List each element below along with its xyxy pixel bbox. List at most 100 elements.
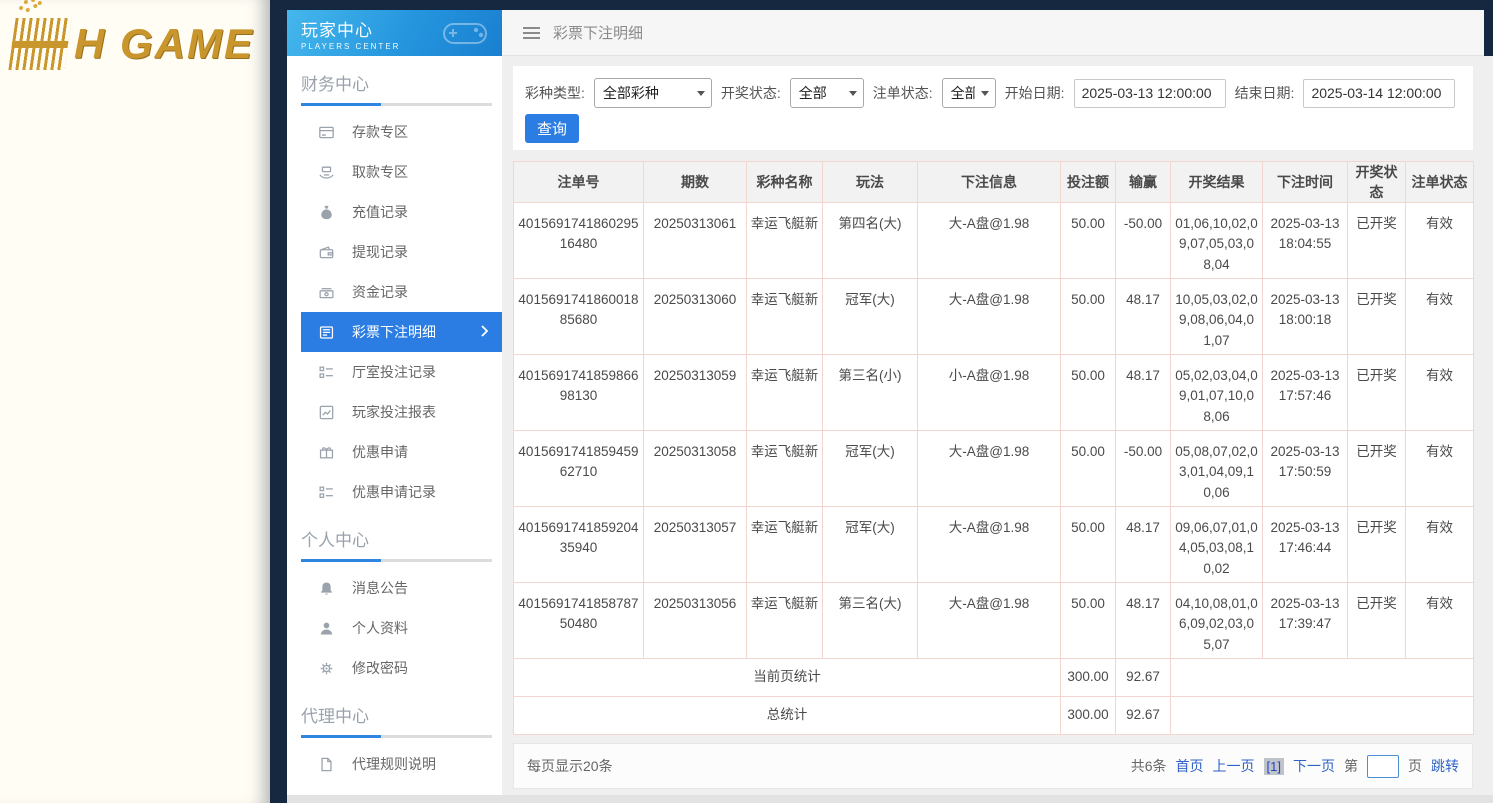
logo-text: H GAME (74, 20, 254, 68)
sidebar-item-agent-rules[interactable]: 代理规则说明 (301, 744, 502, 784)
table-cell: 冠军(大) (823, 279, 918, 355)
bank-card-icon (317, 123, 335, 141)
bet-status-label: 注单状态: (873, 83, 933, 103)
table-cell: 401569174185878750480 (514, 583, 644, 659)
sidebar-item-label: 个人资料 (352, 618, 408, 638)
lottery-type-label: 彩种类型: (525, 83, 585, 103)
page-title: 彩票下注明细 (553, 22, 643, 43)
table-cell: 有效 (1406, 355, 1474, 431)
promo-list-icon (317, 483, 335, 501)
sidebar-item-recharge-records[interactable]: 充值记录 (301, 192, 502, 232)
table-cell: 已开奖 (1348, 583, 1406, 659)
table-cell: 第三名(小) (823, 355, 918, 431)
sidebar-item-profile[interactable]: 个人资料 (301, 608, 502, 648)
brand-logo[interactable]: H GAME (0, 0, 270, 70)
logo-stripes-mark (8, 18, 71, 70)
horizontal-scrollbar[interactable] (287, 795, 1493, 803)
section-title: 个人中心 (301, 526, 502, 551)
table-cell: 2025-03-13 17:57:46 (1263, 355, 1348, 431)
column-header: 注单号 (514, 162, 644, 203)
table-cell: 2025-03-13 18:00:18 (1263, 279, 1348, 355)
report-chart-icon (317, 403, 335, 421)
table-cell: 2025-03-13 17:39:47 (1263, 583, 1348, 659)
table-cell: 2025-03-13 17:50:59 (1263, 431, 1348, 507)
sidebar-item-lottery-bet-details[interactable]: 彩票下注明细 (301, 312, 502, 352)
summary-row: 当前页统计300.0092.67 (514, 659, 1474, 697)
summary-win-loss: 92.67 (1116, 697, 1171, 735)
table-cell: 幸运飞艇新 (747, 431, 823, 507)
sidebar-item-withdraw-zone[interactable]: 取款专区 (301, 152, 502, 192)
first-page-link[interactable]: 首页 (1176, 756, 1204, 776)
start-date-input[interactable] (1074, 79, 1226, 108)
search-button[interactable]: 查询 (525, 114, 579, 143)
table-cell: 已开奖 (1348, 431, 1406, 507)
hall-list-icon (317, 363, 335, 381)
table-cell: 20250313056 (644, 583, 747, 659)
sidebar-item-hall-bet-records[interactable]: 厅室投注记录 (301, 352, 502, 392)
jump-button[interactable]: 跳转 (1431, 756, 1459, 776)
next-page-link[interactable]: 下一页 (1293, 756, 1335, 776)
sidebar-item-change-password[interactable]: 修改密码 (301, 648, 502, 688)
start-date-label: 开始日期: (1005, 83, 1065, 103)
bet-status-select[interactable]: 全部 (942, 78, 996, 108)
draw-status-select[interactable]: 全部 (790, 78, 864, 108)
sidebar-item-label: 代理规则说明 (352, 754, 436, 774)
sidebar-item-promo-apply[interactable]: 优惠申请 (301, 432, 502, 472)
table-cell: 48.17 (1116, 507, 1171, 583)
page-jump-input[interactable] (1367, 755, 1399, 778)
sidebar-item-label: 取款专区 (352, 162, 408, 182)
table-cell: 48.17 (1116, 279, 1171, 355)
table-header-row: 注单号期数彩种名称玩法下注信息投注额输赢开奖结果下注时间开奖状态注单状态 (514, 162, 1474, 203)
table-cell: 05,02,03,04,09,01,07,10,08,06 (1171, 355, 1263, 431)
person-icon (317, 619, 335, 637)
column-header: 下注时间 (1263, 162, 1348, 203)
end-date-label: 结束日期: (1235, 83, 1295, 103)
table-row: 40156917418600188568020250313060幸运飞艇新冠军(… (514, 279, 1474, 355)
table-cell: 幸运飞艇新 (747, 203, 823, 279)
column-header: 下注信息 (918, 162, 1061, 203)
table-cell: 01,06,10,02,09,07,05,03,08,04 (1171, 203, 1263, 279)
sidebar-item-label: 提现记录 (352, 242, 408, 262)
menu-toggle-icon[interactable] (523, 24, 540, 42)
table-cell: 50.00 (1061, 203, 1116, 279)
table-cell: 2025-03-13 17:46:44 (1263, 507, 1348, 583)
table-cell: 50.00 (1061, 583, 1116, 659)
lottery-type-select[interactable]: 全部彩种 (594, 78, 712, 108)
table-cell: 20250313060 (644, 279, 747, 355)
table-cell: 有效 (1406, 203, 1474, 279)
table-cell: 401569174185986698130 (514, 355, 644, 431)
table-cell: 幸运飞艇新 (747, 279, 823, 355)
table-cell: 48.17 (1116, 355, 1171, 431)
summary-bet-total: 300.00 (1061, 697, 1116, 735)
promo-gift-icon (317, 443, 335, 461)
sidebar-item-label: 资金记录 (352, 282, 408, 302)
summary-empty (1171, 697, 1474, 735)
sidebar-item-player-bet-report[interactable]: 玩家投注报表 (301, 392, 502, 432)
sidebar-item-withdraw-records[interactable]: 提现记录 (301, 232, 502, 272)
table-cell: 2025-03-13 18:04:55 (1263, 203, 1348, 279)
sidebar-item-fund-records[interactable]: 资金记录 (301, 272, 502, 312)
wallet-icon (317, 243, 335, 261)
prev-page-link[interactable]: 上一页 (1213, 756, 1255, 776)
section-divider (301, 735, 492, 738)
summary-win-loss: 92.67 (1116, 659, 1171, 697)
table-cell: 401569174185920435940 (514, 507, 644, 583)
filter-row: 彩种类型: 全部彩种 开奖状态: 全部 注单状态: (525, 78, 1461, 108)
section-title: 财务中心 (301, 70, 502, 95)
sidebar-item-promo-apply-records[interactable]: 优惠申请记录 (301, 472, 502, 512)
document-icon (317, 755, 335, 773)
draw-status-label: 开奖状态: (721, 83, 781, 103)
section-divider (301, 103, 492, 106)
sidebar-item-label: 厅室投注记录 (352, 362, 436, 382)
main-topbar: 彩票下注明细 (502, 10, 1484, 56)
table-cell: 20250313059 (644, 355, 747, 431)
jump-label-prefix: 第 (1344, 756, 1358, 776)
sidebar-item-label: 存款专区 (352, 122, 408, 142)
table-cell: 已开奖 (1348, 279, 1406, 355)
column-header: 彩种名称 (747, 162, 823, 203)
content-area: 彩种类型: 全部彩种 开奖状态: 全部 注单状态: (502, 56, 1493, 803)
table-cell: 冠军(大) (823, 431, 918, 507)
sidebar-item-deposit-zone[interactable]: 存款专区 (301, 112, 502, 152)
sidebar-item-messages[interactable]: 消息公告 (301, 568, 502, 608)
end-date-input[interactable] (1303, 79, 1455, 108)
